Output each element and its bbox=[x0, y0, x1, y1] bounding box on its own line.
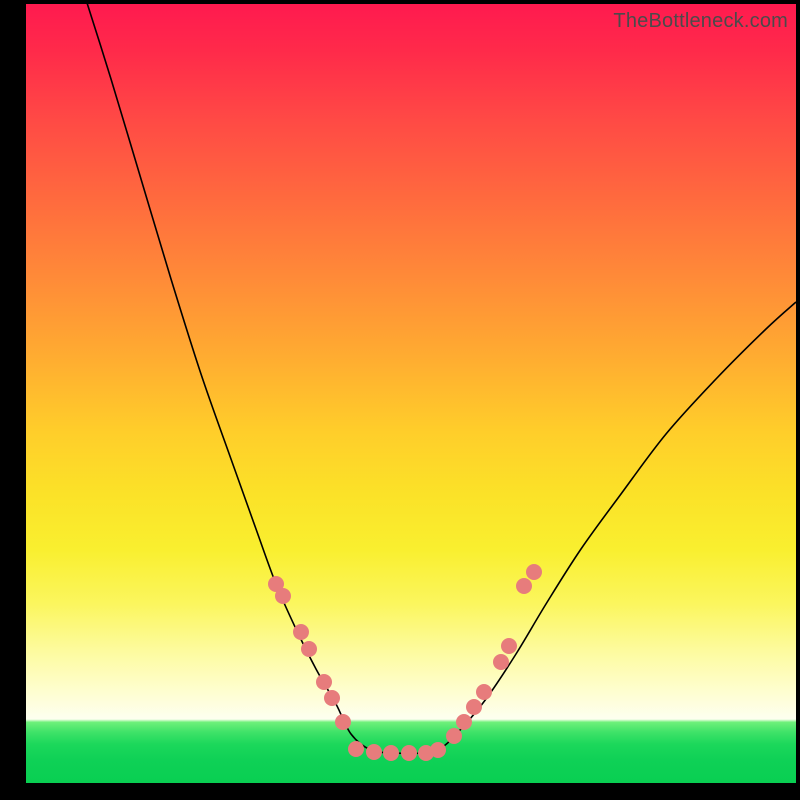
curve-marker bbox=[466, 699, 482, 715]
curve-marker bbox=[293, 624, 309, 640]
curve-marker bbox=[476, 684, 492, 700]
chart-svg bbox=[26, 4, 796, 783]
curve-markers bbox=[268, 564, 542, 761]
chart-frame: TheBottleneck.com bbox=[0, 0, 800, 800]
curve-marker bbox=[301, 641, 317, 657]
curve-marker bbox=[446, 728, 462, 744]
curve-marker bbox=[493, 654, 509, 670]
curve-marker bbox=[516, 578, 532, 594]
curve-marker bbox=[335, 714, 351, 730]
curve-marker bbox=[456, 714, 472, 730]
curve-marker bbox=[316, 674, 332, 690]
curve-marker bbox=[324, 690, 340, 706]
curve-marker bbox=[430, 742, 446, 758]
curve-marker bbox=[275, 588, 291, 604]
bottleneck-curve bbox=[81, 0, 796, 754]
plot-area: TheBottleneck.com bbox=[26, 4, 796, 783]
curve-marker bbox=[366, 744, 382, 760]
curve-marker bbox=[501, 638, 517, 654]
curve-marker bbox=[348, 741, 364, 757]
curve-marker bbox=[526, 564, 542, 580]
curve-marker bbox=[401, 745, 417, 761]
curve-marker bbox=[383, 745, 399, 761]
